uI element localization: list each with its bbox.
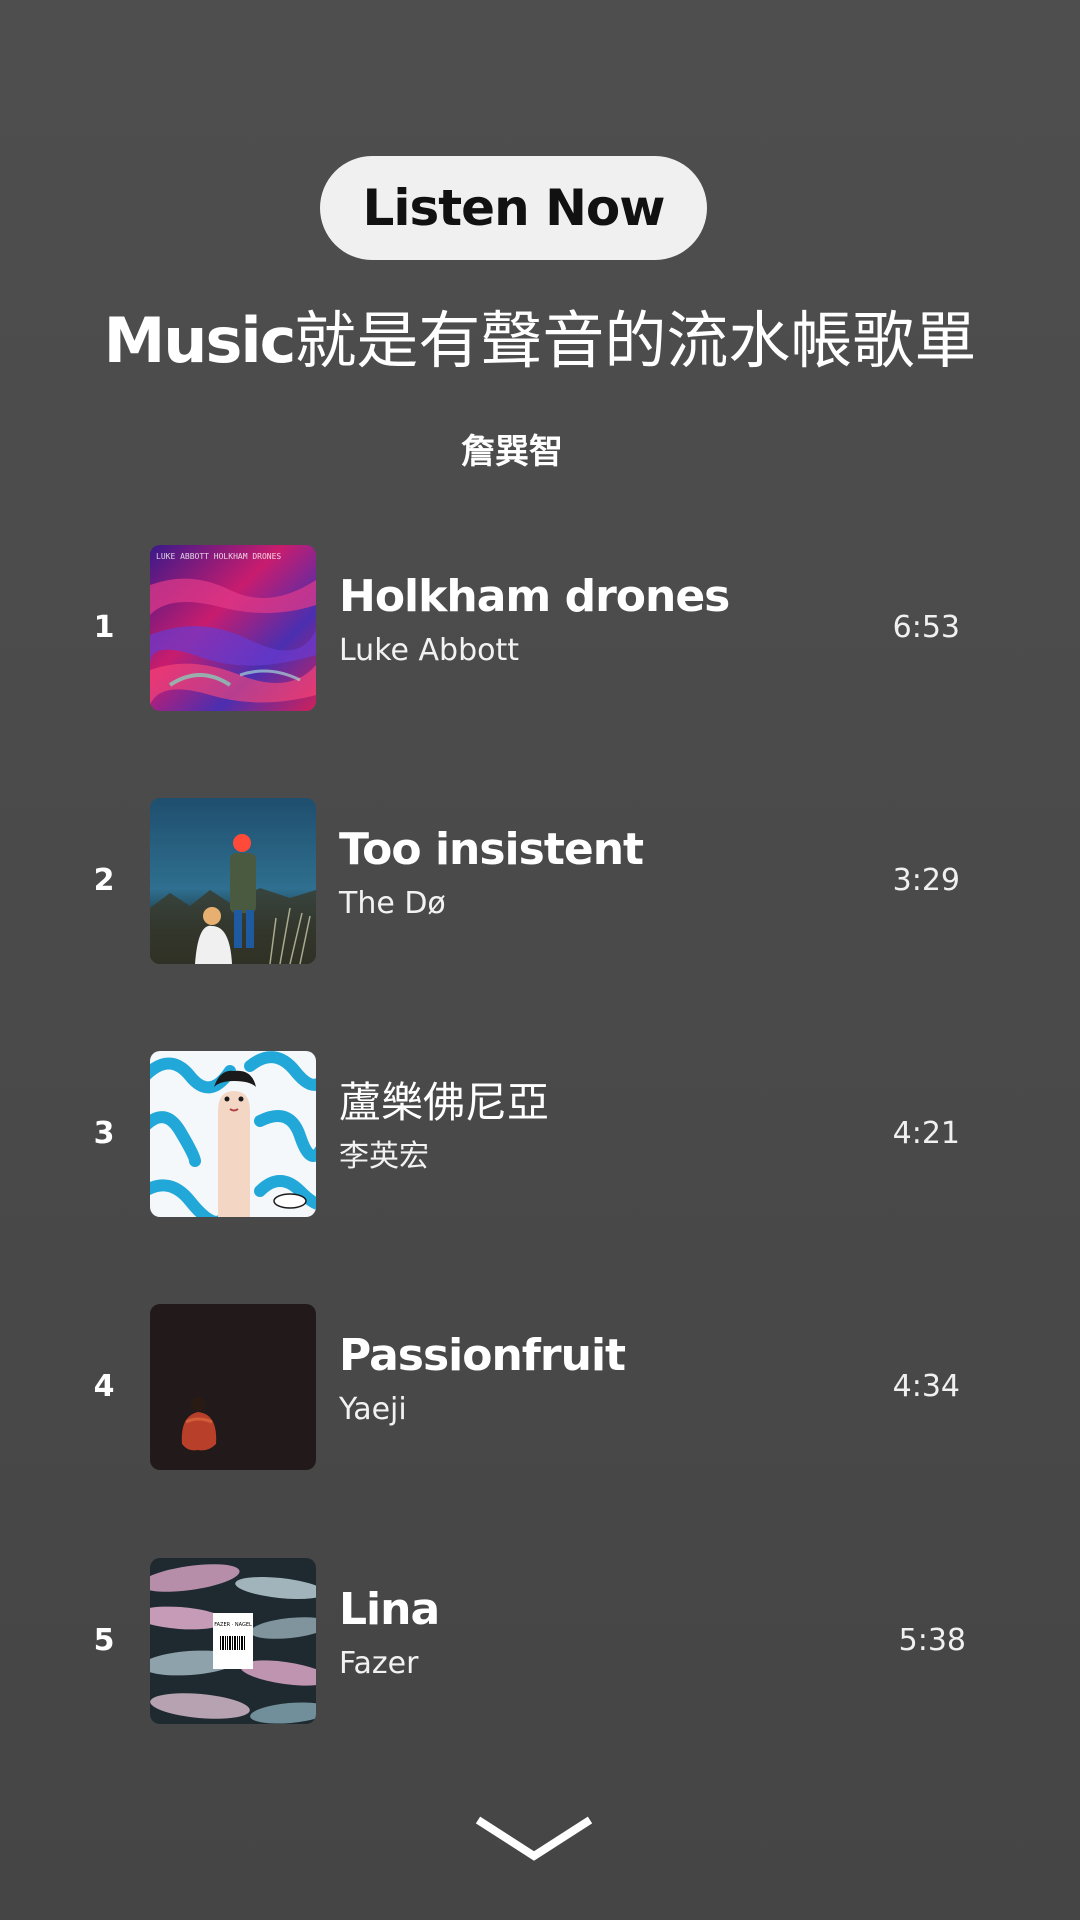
- track-duration: 5:38: [898, 1623, 966, 1658]
- album-cover: LUKE ABBOTT HOLKHAM DRONES: [150, 545, 316, 711]
- track-artist: Fazer: [339, 1646, 419, 1681]
- track-title: Passionfruit: [339, 1330, 626, 1381]
- track-row[interactable]: 1 LUKE ABBOTT HOLKHAM DRONES Holkham dro…: [0, 545, 1080, 711]
- track-duration: 4:34: [892, 1369, 960, 1404]
- listen-now-button[interactable]: Listen Now: [320, 156, 707, 260]
- track-number: 1: [93, 610, 115, 645]
- album-cover: [150, 1304, 316, 1470]
- track-row[interactable]: 3 蘆樂佛尼亞 李英宏 4:21: [0, 1051, 1080, 1217]
- cover-text: LUKE ABBOTT HOLKHAM DRONES: [156, 552, 281, 561]
- playlist-title-latin: Music: [103, 304, 297, 377]
- track-artist: Luke Abbott: [339, 633, 519, 668]
- track-title: Holkham drones: [339, 571, 730, 622]
- cover-text: FAZER · NAGEL: [214, 1622, 252, 1628]
- track-duration: 3:29: [892, 863, 960, 898]
- playlist-title: Music就是有聲音的流水帳歌單: [0, 300, 1080, 382]
- track-number: 4: [93, 1369, 115, 1404]
- track-duration: 6:53: [892, 610, 960, 645]
- track-row[interactable]: 4 Passionfruit Yaeji 4:34: [0, 1304, 1080, 1470]
- track-number: 3: [93, 1116, 115, 1151]
- track-number: 2: [93, 863, 115, 898]
- track-title: Lina: [339, 1584, 440, 1635]
- playlist-author: 詹巽智: [461, 432, 563, 472]
- album-cover: FAZER · NAGEL: [150, 1558, 316, 1724]
- track-duration: 4:21: [892, 1116, 960, 1151]
- track-artist: 李英宏: [339, 1139, 429, 1174]
- album-cover: [150, 798, 316, 964]
- playlist-title-cjk: 就是有聲音的流水帳歌單: [294, 304, 977, 377]
- track-artist: Yaeji: [339, 1392, 407, 1427]
- track-row[interactable]: 2 Too insistent The Dø 3:29: [0, 798, 1080, 964]
- track-row[interactable]: 5 FAZER · NAGEL Lina Fazer 5:38: [0, 1558, 1080, 1724]
- album-cover: [150, 1051, 316, 1217]
- chevron-down-icon[interactable]: [474, 1814, 594, 1864]
- track-title: 蘆樂佛尼亞: [339, 1078, 550, 1127]
- track-artist: The Dø: [339, 886, 446, 921]
- track-number: 5: [93, 1623, 115, 1658]
- track-title: Too insistent: [339, 824, 644, 875]
